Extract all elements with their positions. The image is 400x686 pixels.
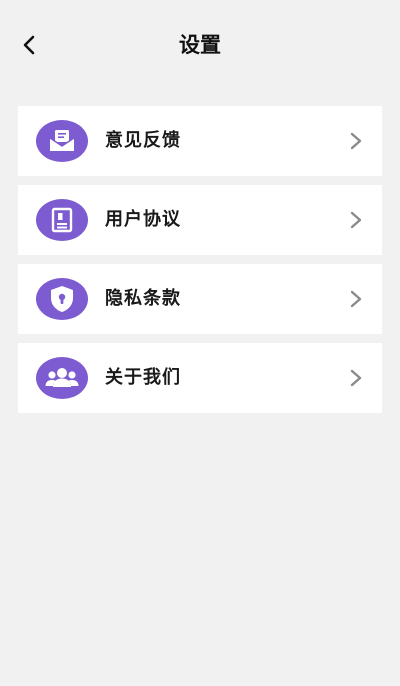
page-title: 设置 — [179, 33, 221, 57]
menu-item-label: 关于我们 — [105, 367, 181, 388]
chevron-right-icon — [350, 132, 362, 150]
menu-item-feedback[interactable]: 意见反馈 — [18, 106, 382, 176]
menu-item-user-agreement[interactable]: 用户协议 — [18, 185, 382, 255]
menu-item-label: 隐私条款 — [105, 288, 181, 309]
chevron-right-icon — [350, 369, 362, 387]
menu-item-label: 意见反馈 — [105, 130, 181, 151]
menu-item-label: 用户协议 — [105, 209, 181, 230]
chevron-right-icon — [350, 211, 362, 229]
user-agreement-document-icon — [36, 199, 88, 241]
menu-item-about-us[interactable]: 关于我们 — [18, 343, 382, 413]
privacy-shield-icon — [36, 278, 88, 320]
about-us-group-icon — [36, 357, 88, 399]
feedback-envelope-icon — [36, 120, 88, 162]
menu-item-privacy[interactable]: 隐私条款 — [18, 264, 382, 334]
chevron-right-icon — [350, 290, 362, 308]
settings-menu-list: 意见反馈 用户协议 隐私条款 关于我们 — [18, 106, 382, 422]
header: 设置 — [0, 0, 400, 90]
